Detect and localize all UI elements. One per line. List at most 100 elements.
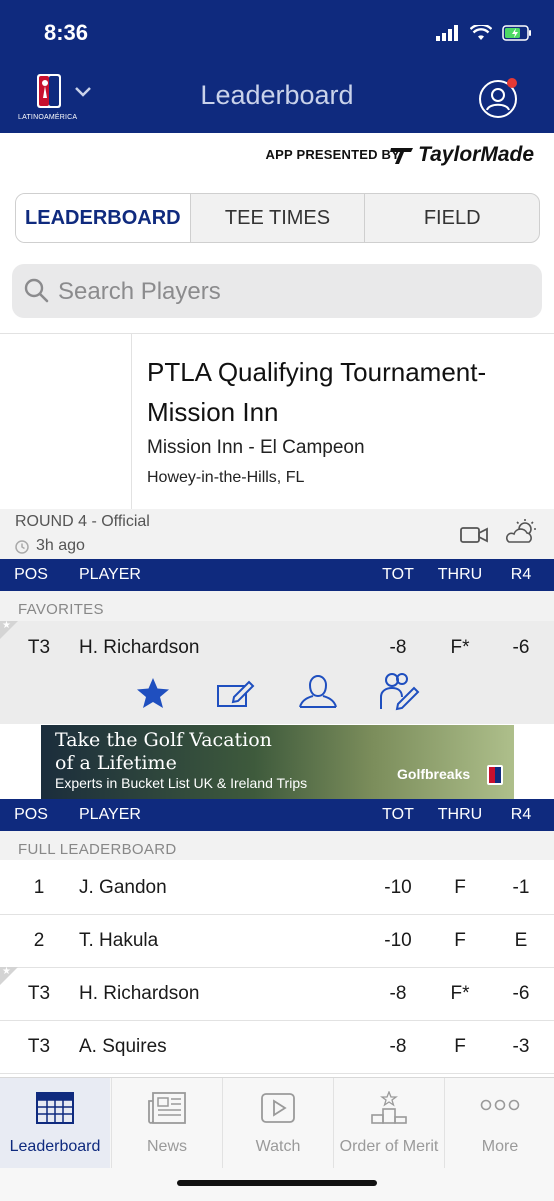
column-thru: THRU bbox=[437, 806, 483, 823]
play-icon bbox=[261, 1093, 295, 1123]
bottom-tab-more[interactable]: More bbox=[444, 1078, 554, 1168]
bottom-tab-leaderboard[interactable]: Leaderboard bbox=[0, 1078, 110, 1168]
tournament-course: Mission Inn - El Campeon bbox=[147, 437, 365, 458]
cell-player: H. Richardson bbox=[79, 983, 200, 1004]
cell-player: T. Hakula bbox=[79, 930, 159, 951]
column-thru: THRU bbox=[437, 566, 483, 583]
bottom-tab-label: News bbox=[146, 1138, 187, 1155]
bottom-tab-label: Watch bbox=[255, 1138, 301, 1155]
tab-leaderboard[interactable]: LEADERBOARD bbox=[16, 194, 190, 242]
home-indicator[interactable] bbox=[177, 1180, 377, 1186]
cell-thru: F bbox=[454, 1036, 466, 1057]
bottom-tab-label: Leaderboard bbox=[9, 1138, 101, 1155]
page-title: Leaderboard bbox=[200, 80, 354, 110]
bottom-tab-label: Order of Merit bbox=[339, 1138, 439, 1155]
tab-field[interactable]: FIELD bbox=[364, 194, 539, 242]
cell-tot: -8 bbox=[389, 637, 407, 658]
full-leaderboard-label: FULL LEADERBOARD bbox=[18, 841, 177, 858]
player-profile-icon[interactable] bbox=[298, 675, 338, 709]
clock-icon bbox=[15, 540, 29, 554]
divider bbox=[131, 334, 132, 509]
ad-headline-2: of a Lifetime bbox=[55, 752, 177, 774]
column-pos: POS bbox=[14, 806, 48, 823]
scorecard-edit-icon[interactable] bbox=[216, 677, 256, 709]
column-player: PLAYER bbox=[79, 566, 141, 583]
star-filled-icon[interactable] bbox=[136, 677, 170, 709]
cell-player: A. Squires bbox=[79, 1036, 167, 1057]
column-header-row: POS PLAYER TOT THRU R4 bbox=[0, 799, 554, 831]
cell-thru: F* bbox=[450, 983, 470, 1004]
cell-r4: -6 bbox=[512, 637, 530, 658]
cell-r4: -1 bbox=[512, 877, 530, 898]
bottom-tab-news[interactable]: News bbox=[111, 1078, 222, 1168]
battery-icon bbox=[502, 25, 531, 41]
leaderboard-icon bbox=[36, 1092, 74, 1124]
column-tot: TOT bbox=[382, 566, 414, 583]
column-player: PLAYER bbox=[79, 806, 141, 823]
weather-partly-cloudy-icon[interactable] bbox=[503, 518, 539, 546]
bottom-tab-label: More bbox=[481, 1138, 519, 1155]
tournament-name: PTLA Qualifying Tournament-Mission Inn bbox=[147, 357, 487, 427]
leaderboard-tabs: LEADERBOARD TEE TIMES FIELD bbox=[15, 193, 540, 243]
cell-r4: -6 bbox=[512, 983, 530, 1004]
cell-player: H. Richardson bbox=[79, 637, 200, 658]
profile-button[interactable] bbox=[478, 78, 518, 118]
cell-thru: F bbox=[454, 930, 466, 951]
podium-icon bbox=[371, 1091, 407, 1124]
logo-caption: LATINOAMÉRICA bbox=[18, 114, 78, 121]
signal-icon bbox=[436, 25, 458, 41]
round-status: ROUND 4 - Official bbox=[15, 513, 150, 530]
cell-player: J. Gandon bbox=[79, 877, 167, 898]
cell-pos: T3 bbox=[27, 637, 51, 658]
search-input[interactable] bbox=[56, 274, 530, 310]
cell-pos: T3 bbox=[27, 1036, 51, 1057]
ad-tagline: Experts in Bucket List UK & Ireland Trip… bbox=[55, 775, 308, 791]
cell-thru: F bbox=[454, 877, 466, 898]
ad-brand: Golfbreaks bbox=[397, 766, 471, 782]
cell-r4: -3 bbox=[512, 1036, 530, 1057]
tab-tee-times[interactable]: TEE TIMES bbox=[189, 194, 365, 242]
cell-r4: E bbox=[514, 930, 528, 951]
table-row[interactable]: T3 H. Richardson -8 F* -6 bbox=[0, 621, 554, 674]
favorites-label: FAVORITES bbox=[18, 601, 104, 618]
bottom-tab-order-of-merit[interactable]: Order of Merit bbox=[333, 1078, 444, 1168]
sponsor-logo[interactable]: TaylorMade bbox=[389, 143, 534, 167]
column-r4: R4 bbox=[510, 806, 532, 823]
cell-tot: -10 bbox=[384, 877, 412, 898]
cell-tot: -8 bbox=[389, 1036, 407, 1057]
table-row[interactable]: 1 J. Gandon -10 F -1 bbox=[0, 861, 554, 915]
cell-pos: 1 bbox=[33, 877, 45, 898]
updated-time: 3h ago bbox=[36, 537, 85, 554]
pga-tour-badge-icon bbox=[487, 765, 503, 785]
cell-thru: F* bbox=[450, 637, 470, 658]
bottom-tab-watch[interactable]: Watch bbox=[222, 1078, 333, 1168]
column-tot: TOT bbox=[382, 806, 414, 823]
column-pos: POS bbox=[14, 566, 48, 583]
favorite-star-icon: ★ bbox=[2, 966, 11, 977]
cell-tot: -8 bbox=[389, 983, 407, 1004]
status-icons bbox=[436, 22, 532, 44]
cell-pos: 2 bbox=[33, 930, 45, 951]
video-camera-icon[interactable] bbox=[459, 524, 489, 546]
taylormade-t-icon bbox=[390, 148, 414, 164]
sponsor-text: APP PRESENTED BY bbox=[265, 147, 400, 162]
tournament-location: Howey-in-the-Hills, FL bbox=[147, 469, 305, 486]
favorite-player-card[interactable]: ★ T3 H. Richardson -8 F* -6 bbox=[0, 620, 554, 724]
player-compare-icon[interactable] bbox=[378, 671, 422, 711]
table-row[interactable]: ★ T3 H. Richardson -8 F* -6 bbox=[0, 966, 554, 1021]
table-row[interactable]: 2 T. Hakula -10 F E bbox=[0, 914, 554, 968]
search-icon bbox=[24, 278, 49, 303]
sponsor-brand: TaylorMade bbox=[418, 143, 534, 166]
wifi-icon bbox=[470, 25, 492, 40]
cell-pos: T3 bbox=[27, 983, 51, 1004]
user-account-icon bbox=[479, 78, 517, 118]
status-time: 8:36 bbox=[44, 20, 89, 45]
column-r4: R4 bbox=[510, 566, 532, 583]
column-header-row: POS PLAYER TOT THRU R4 bbox=[0, 559, 554, 591]
ad-headline-1: Take the Golf Vacation bbox=[55, 729, 272, 751]
more-dots-icon bbox=[480, 1099, 520, 1111]
cell-tot: -10 bbox=[384, 930, 412, 951]
search-bar bbox=[12, 264, 542, 318]
table-row[interactable]: T3 A. Squires -8 F -3 bbox=[0, 1020, 554, 1074]
divider bbox=[0, 333, 554, 334]
